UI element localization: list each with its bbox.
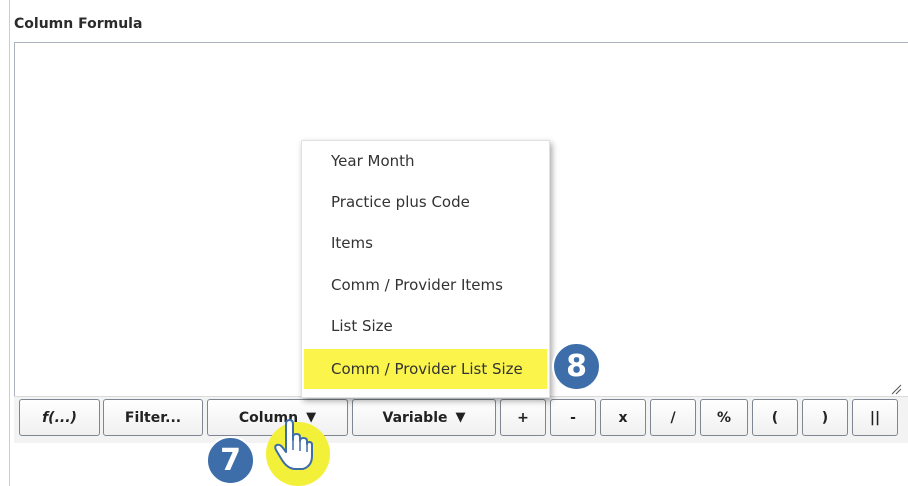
concat-label: || [869, 409, 881, 426]
menu-item-label: Comm / Provider Items [331, 276, 503, 294]
menu-item-items[interactable]: Items [304, 223, 547, 263]
open-paren-label: ( [771, 409, 779, 426]
minus-label: - [570, 409, 576, 426]
minus-button[interactable]: - [550, 399, 596, 436]
hand-pointer-icon [274, 419, 313, 470]
function-button[interactable]: f(...) [19, 399, 100, 436]
function-button-label: f(...) [42, 409, 77, 426]
filter-button-label: Filter... [124, 409, 182, 426]
callout-number: 8 [566, 349, 587, 384]
callout-number: 7 [220, 443, 241, 478]
plus-label: + [517, 409, 529, 426]
chevron-down-icon: ▼ [455, 410, 466, 425]
step-7-callout: 7 [206, 436, 255, 485]
percent-button[interactable]: % [700, 399, 748, 436]
resize-grip-icon[interactable] [890, 383, 902, 395]
panel-title: Column Formula [14, 16, 143, 32]
open-paren-button[interactable]: ( [752, 399, 798, 436]
multiply-label: x [618, 409, 628, 426]
menu-item-comm-provider-list-size[interactable]: Comm / Provider List Size [304, 349, 547, 389]
menu-item-list-size[interactable]: List Size [304, 306, 547, 346]
multiply-button[interactable]: x [600, 399, 646, 436]
column-dropdown-menu: Year Month Practice plus Code Items Comm… [301, 140, 550, 398]
close-paren-button[interactable]: ) [802, 399, 848, 436]
menu-item-label: List Size [331, 317, 393, 335]
divide-button[interactable]: / [650, 399, 696, 436]
variable-button-label: Variable [382, 409, 448, 426]
close-paren-label: ) [821, 409, 829, 426]
concat-button[interactable]: || [852, 399, 898, 436]
menu-item-comm-provider-items[interactable]: Comm / Provider Items [304, 265, 547, 305]
filter-button[interactable]: Filter... [103, 399, 203, 436]
percent-label: % [716, 409, 732, 426]
menu-item-label: Items [331, 234, 373, 252]
menu-item-year-month[interactable]: Year Month [304, 141, 547, 181]
plus-button[interactable]: + [500, 399, 546, 436]
divide-label: / [670, 409, 676, 426]
menu-item-label: Comm / Provider List Size [331, 360, 523, 378]
menu-item-label: Year Month [331, 152, 415, 170]
step-8-callout: 8 [552, 342, 601, 391]
menu-item-label: Practice plus Code [331, 193, 470, 211]
variable-button[interactable]: Variable ▼ [352, 399, 496, 436]
menu-item-practice-plus-code[interactable]: Practice plus Code [304, 182, 547, 222]
